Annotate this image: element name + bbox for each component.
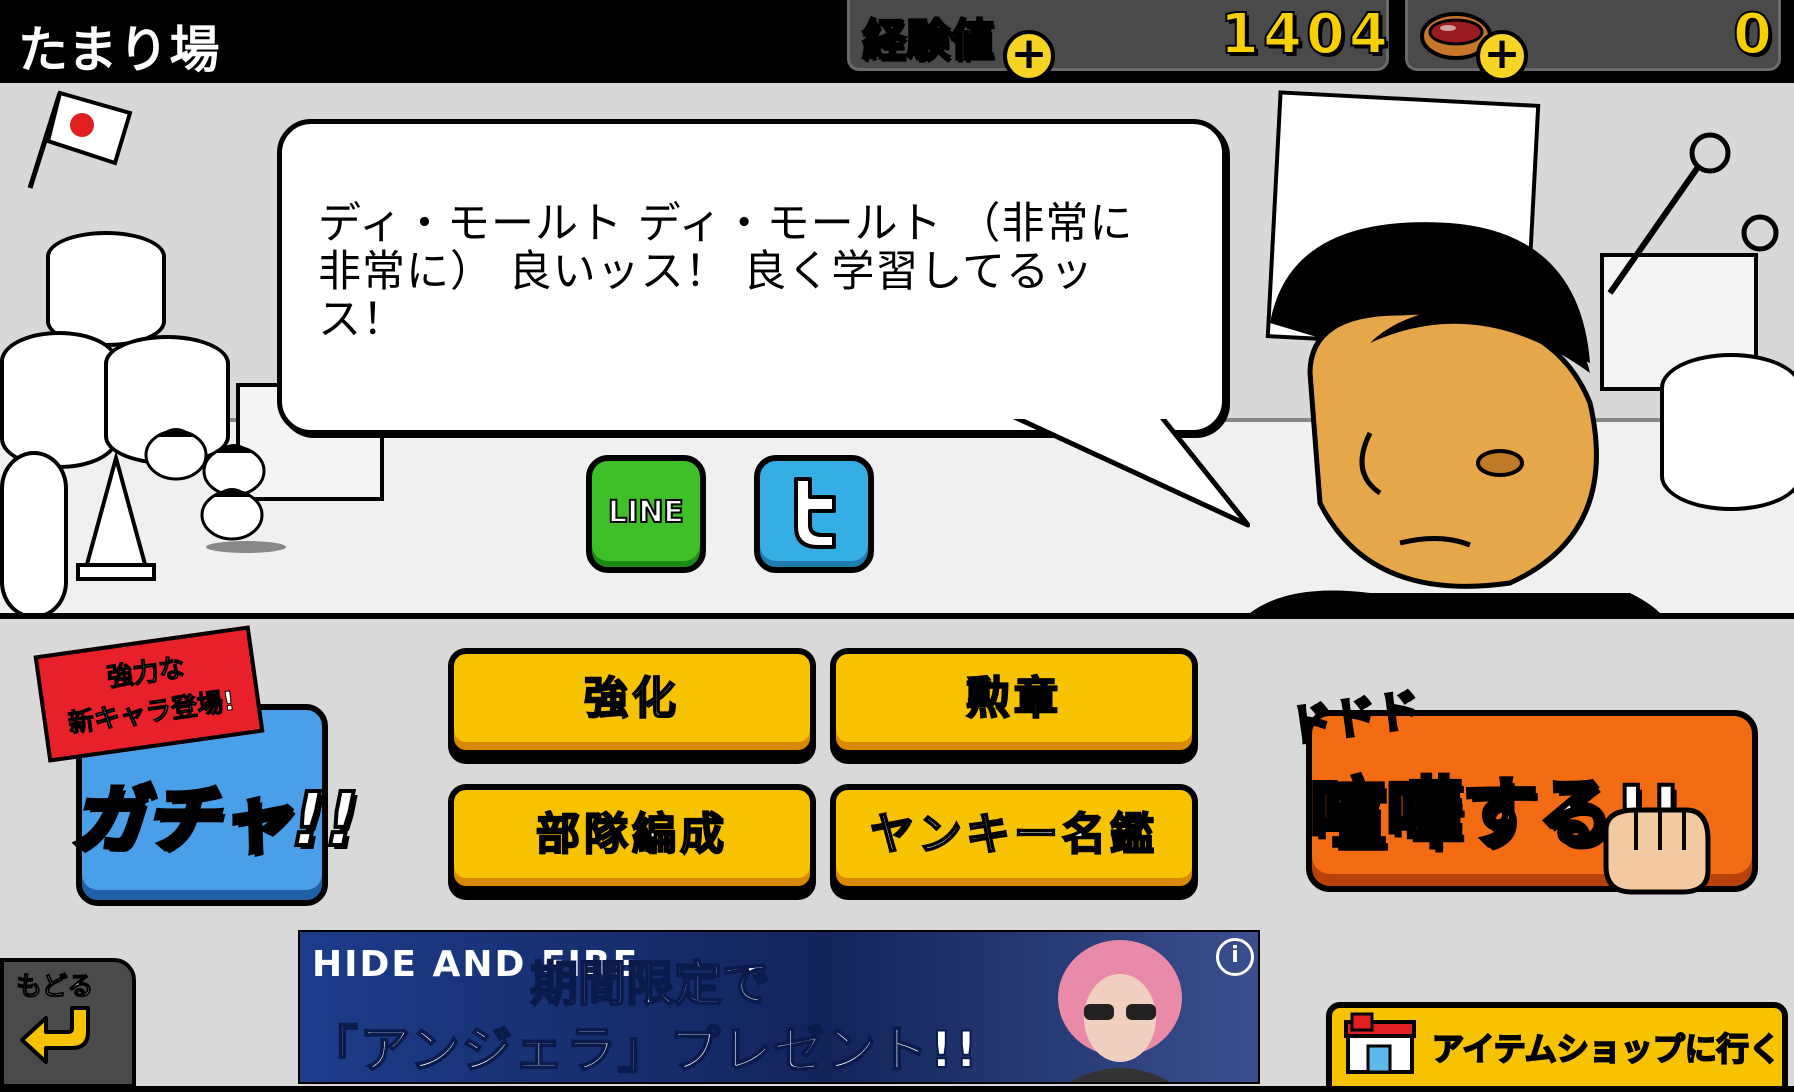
barrel: [1660, 353, 1794, 511]
item-shop-button[interactable]: アイテムショップに行く: [1326, 1002, 1788, 1092]
hangout-scene: ディ・モールト ディ・モールト （非常に 非常に） 良いッス！ 良く学習してるッ…: [0, 83, 1794, 613]
dialog-text: ディ・モールト ディ・モールト （非常に 非常に） 良いッス！ 良く学習してるッ…: [318, 199, 1134, 345]
screen-title: たまり場: [18, 21, 221, 79]
bun-plus-icon[interactable]: +: [1476, 30, 1528, 82]
barrel: [0, 451, 68, 613]
fist-icon: [1603, 807, 1711, 895]
shop-icon: [1344, 1012, 1416, 1074]
speech-bubble-tail: [1010, 413, 1250, 528]
barrel: [0, 331, 118, 469]
ad-character-image: [1058, 940, 1182, 1082]
twitter-icon: [794, 477, 836, 549]
medal-button[interactable]: 勲章: [830, 648, 1198, 756]
squad-formation-button[interactable]: 部隊編成: [448, 784, 816, 892]
ad-banner[interactable]: HIDE AND FIRE 期間限定で 「アンジェラ」プレゼント!! i: [298, 930, 1260, 1084]
yankee-boss-character: [1250, 222, 1660, 613]
rising-sun-flag-icon: [27, 90, 133, 189]
line-label: LINE: [607, 494, 685, 531]
line-share-button[interactable]: LINE: [586, 455, 706, 573]
exp-label: 経験値: [861, 14, 995, 67]
speech-bubble: ディ・モールト ディ・モールト （非常に 非常に） 良いッス！ 良く学習してるッ…: [277, 119, 1227, 435]
gacha-label: ガチャ!!: [68, 775, 361, 865]
back-label: もどる: [15, 972, 94, 1003]
exp-value: 1404: [1219, 1, 1392, 68]
ad-info-icon[interactable]: i: [1216, 938, 1254, 976]
twitter-share-button[interactable]: [754, 455, 874, 573]
exp-plus-icon[interactable]: +: [1003, 30, 1055, 82]
ad-subheadline: 「アンジェラ」プレゼント!!: [307, 1020, 980, 1080]
back-button[interactable]: もどる: [0, 958, 136, 1088]
item-shop-label: アイテムショップに行く: [1431, 1029, 1782, 1069]
ad-headline: 期間限定で: [529, 955, 771, 1013]
yankee-directory-button[interactable]: ヤンキー名鑑: [830, 784, 1198, 892]
cat-thugs-icon: [144, 428, 286, 553]
back-arrow-icon: [20, 1006, 90, 1064]
upgrade-button[interactable]: 強化: [448, 648, 816, 756]
barrel: [46, 231, 166, 347]
bun-value: 0: [1732, 1, 1773, 68]
